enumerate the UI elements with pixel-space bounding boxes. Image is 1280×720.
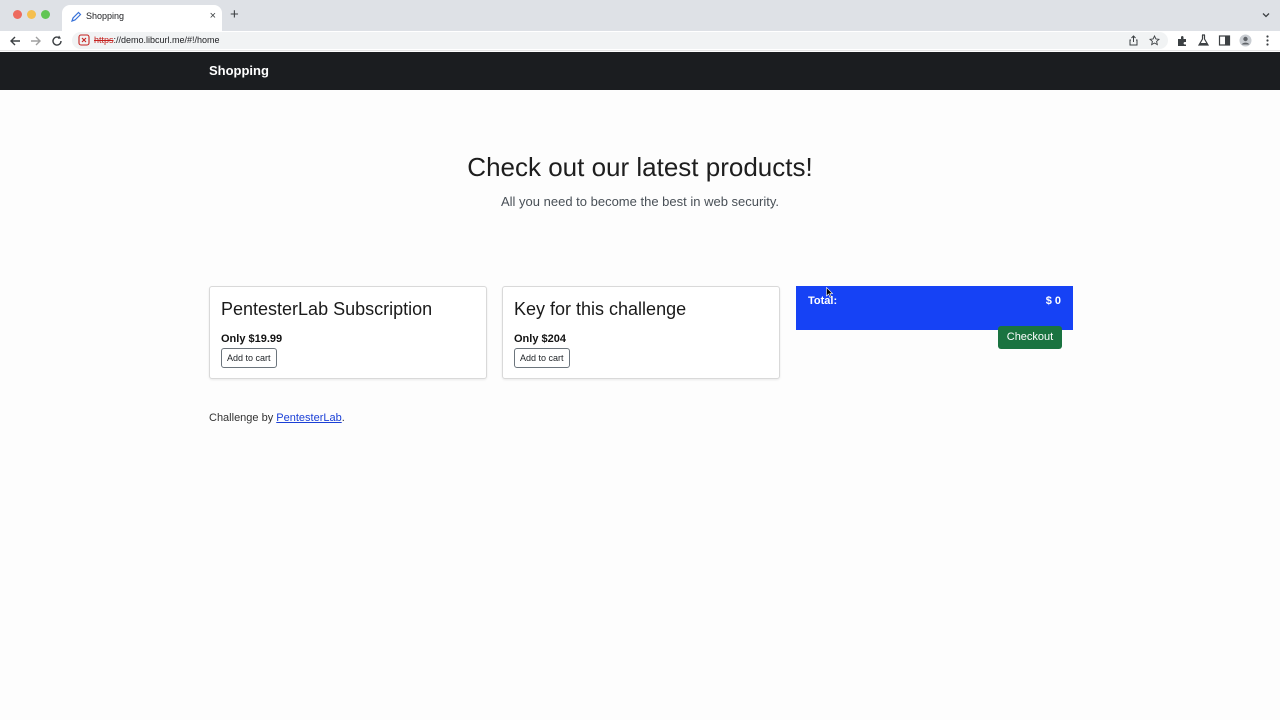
product-name: PentesterLab Subscription — [221, 299, 433, 319]
profile-icon[interactable] — [1239, 34, 1252, 47]
product-card: Key for this challenge Only $204 Add to … — [502, 286, 780, 379]
cart-summary: Total: $ 0 — [796, 286, 1073, 330]
address-bar[interactable]: https://demo.libcurl.me/#!/home — [72, 32, 1168, 49]
browser-tab-shopping[interactable]: Shopping × — [62, 5, 222, 31]
tab-close-icon[interactable]: × — [210, 9, 216, 23]
window-minimize-button[interactable] — [27, 10, 36, 19]
add-to-cart-button[interactable]: Add to cart — [221, 348, 277, 368]
url-text[interactable]: https://demo.libcurl.me/#!/home — [94, 35, 220, 45]
footer-credit: Challenge by PentesterLab. — [209, 412, 345, 424]
footer-prefix: Challenge by — [209, 412, 277, 424]
menu-icon[interactable] — [1261, 34, 1274, 47]
labs-icon[interactable] — [1197, 34, 1210, 47]
checkout-button[interactable]: Checkout — [998, 326, 1062, 349]
product-price: Only $19.99 — [221, 333, 283, 345]
page-subtitle: All you need to become the best in web s… — [501, 194, 779, 209]
new-tab-button[interactable]: + — [230, 7, 239, 23]
product-price: Only $204 — [514, 333, 566, 345]
navbar-brand[interactable]: Shopping — [209, 63, 269, 78]
share-icon[interactable] — [1128, 35, 1139, 46]
mouse-cursor-icon — [826, 287, 833, 298]
product-card: PentesterLab Subscription Only $19.99 Ad… — [209, 286, 487, 379]
window-close-button[interactable] — [13, 10, 22, 19]
pentesterlab-link[interactable]: PentesterLab — [276, 412, 341, 424]
add-to-cart-button[interactable]: Add to cart — [514, 348, 570, 368]
site-navbar: Shopping — [0, 52, 1280, 90]
back-arrow-icon[interactable] — [8, 34, 22, 48]
url-host-path: ://demo.libcurl.me/#!/home — [113, 35, 220, 45]
side-panel-icon[interactable] — [1218, 34, 1231, 47]
tab-title: Shopping — [86, 11, 125, 21]
window-zoom-button[interactable] — [41, 10, 50, 19]
bookmark-star-icon[interactable] — [1149, 35, 1160, 46]
page-title: Check out our latest products! — [467, 152, 813, 182]
forward-arrow-icon[interactable] — [29, 34, 43, 48]
pencil-icon — [71, 11, 82, 22]
cart-total-value: $ 0 — [1045, 295, 1061, 307]
extensions-icon[interactable] — [1176, 34, 1189, 47]
url-scheme: https — [94, 35, 114, 45]
reload-icon[interactable] — [50, 34, 64, 48]
browser-tabstrip: Shopping × + — [0, 0, 1280, 31]
browser-toolbar: https://demo.libcurl.me/#!/home — [0, 31, 1280, 51]
chevron-down-icon[interactable] — [1260, 9, 1272, 21]
product-name: Key for this challenge — [514, 299, 687, 319]
footer-suffix: . — [341, 412, 345, 424]
not-secure-icon[interactable] — [78, 34, 90, 46]
